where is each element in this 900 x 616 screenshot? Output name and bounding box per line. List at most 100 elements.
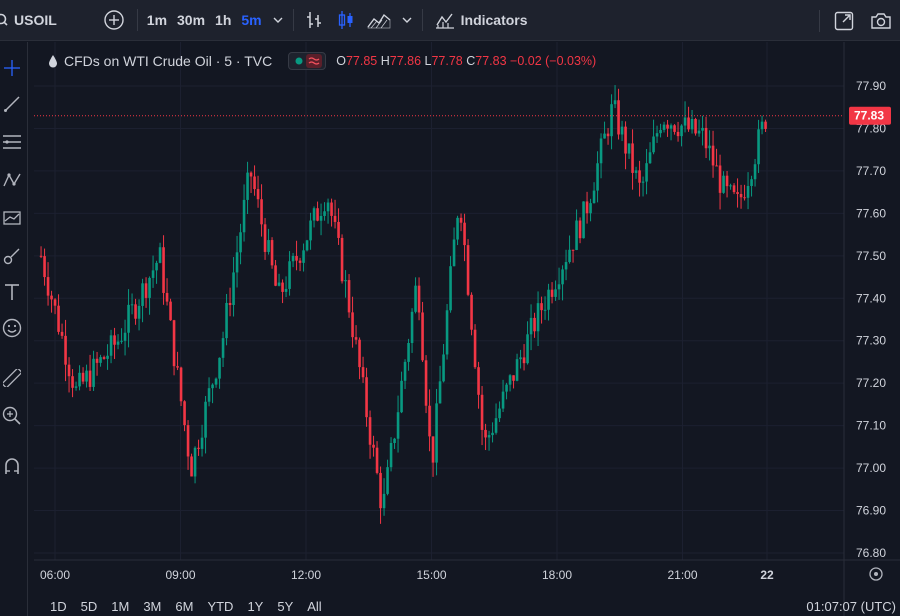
range-1d[interactable]: 1D [34,599,73,614]
candle-body [239,232,242,253]
range-1m[interactable]: 1M [103,599,135,614]
indicators-button[interactable]: Indicators [427,0,536,41]
candle-body [407,343,410,362]
text-tool[interactable] [0,280,24,304]
indicators-label[interactable]: Indicators [461,12,528,28]
range-ytd[interactable]: YTD [199,599,239,614]
chart-pane[interactable]: 77.90 77.80 77.70 77.60 77.50 77.40 77.30 77.20… [34,42,900,616]
high-key: H [380,54,390,68]
candle-body [666,124,669,129]
candle-body [550,289,554,297]
fullscreen-button[interactable] [824,0,864,41]
price-tick-label: 77.20 [856,376,886,390]
magnet-tool[interactable] [0,454,24,478]
candle-body [442,354,445,382]
candle-body [386,467,389,494]
candle-body [379,472,382,509]
range-6m[interactable]: 6M [167,599,199,614]
forecast-tool[interactable] [0,206,24,230]
candle-body [435,403,438,463]
range-3m[interactable]: 3M [135,599,167,614]
candle-body [127,304,130,333]
compare-button[interactable] [95,0,133,41]
candle-body [638,170,641,183]
candle-body [578,220,582,239]
time-tick-label: 06:00 [40,568,70,582]
candle-body [662,124,666,130]
bars-style-button[interactable] [298,0,330,41]
interval-5m[interactable]: 5m [236,12,266,28]
magnet-icon [5,458,19,474]
candle-body [57,305,60,332]
axis-settings-button[interactable] [869,567,883,581]
toolbar-divider [292,9,294,31]
price-chart[interactable]: 77.9077.8077.7077.6077.5077.4077.3077.20… [34,42,900,616]
candle-body [533,317,536,332]
range-5d[interactable]: 5D [73,599,104,614]
crosshair-tool[interactable] [0,56,24,80]
candle-body [169,301,172,321]
range-all[interactable]: All [299,599,327,614]
candle-body [505,384,508,392]
candle-body [585,201,589,214]
area-chart-icon [367,13,391,29]
candle-body [316,208,319,221]
trend-line-tool[interactable] [0,92,24,116]
time-tick-label: 18:00 [542,568,572,582]
current-price-label: 77.83 [854,109,884,123]
candle-body [155,262,158,271]
screenshot-button[interactable] [864,0,900,41]
candle-body [739,193,743,198]
ruler-tool[interactable] [0,366,24,390]
symbol-label[interactable]: USOIL [10,12,57,28]
area-style-button[interactable] [362,0,396,41]
candle-body [74,386,78,388]
symbol-search[interactable]: USOIL [0,0,65,41]
zoom-tool[interactable] [0,404,24,428]
candle-body [659,129,662,134]
candle-body [92,358,95,387]
emoji-tool[interactable] [0,316,24,340]
indicators-icon [435,13,454,29]
candle-body [610,104,613,137]
price-axis[interactable]: 77.9077.8077.7077.6077.5077.4077.3077.20… [843,42,886,616]
candles-style-button[interactable] [330,0,362,41]
crosshair-icon [4,60,20,76]
candle-body [519,357,522,360]
utc-clock[interactable]: 01:07:07 (UTC) [806,596,896,616]
candle-body [277,282,281,286]
time-axis[interactable]: 06:00 09:00 12:00 15:00 18:00 21:00 22 [34,559,900,582]
candle-body [43,256,46,278]
interval-30m[interactable]: 30m [172,12,210,28]
interval-dropdown[interactable] [267,0,289,41]
range-1y[interactable]: 1Y [239,599,269,614]
pattern-tool[interactable] [0,168,24,192]
candle-body [64,335,67,365]
market-status-pill[interactable] [288,52,327,70]
range-5y[interactable]: 5Y [269,599,299,614]
brush-tool[interactable] [0,244,24,268]
candle-body [253,176,256,190]
horizontal-lines-tool[interactable] [0,130,24,154]
candle-body [151,270,155,278]
interval-1h[interactable]: 1h [210,12,236,28]
market-open-dot-icon [295,57,303,65]
range-bar: 1D 5D 1M 3M 6M YTD 1Y 5Y All 01:07:07 (U… [34,596,900,616]
candle-body [701,127,704,131]
candle-body [130,304,134,306]
candle-body [645,163,648,182]
candle-body [144,283,148,298]
search-icon [0,13,8,26]
candle-body [470,294,473,330]
ruler-icon [3,369,21,387]
candle-body [372,444,375,448]
candle-body [627,143,631,154]
toolbar-divider [819,9,820,32]
candle-body [162,247,165,293]
candle-body [109,335,113,356]
drop-icon [49,55,57,68]
chart-type-dropdown[interactable] [396,0,418,41]
candle-body [540,303,543,311]
legend-title[interactable]: CFDs on WTI Crude Oil · 5 · TVC [64,53,272,69]
interval-1m[interactable]: 1m [142,12,172,28]
